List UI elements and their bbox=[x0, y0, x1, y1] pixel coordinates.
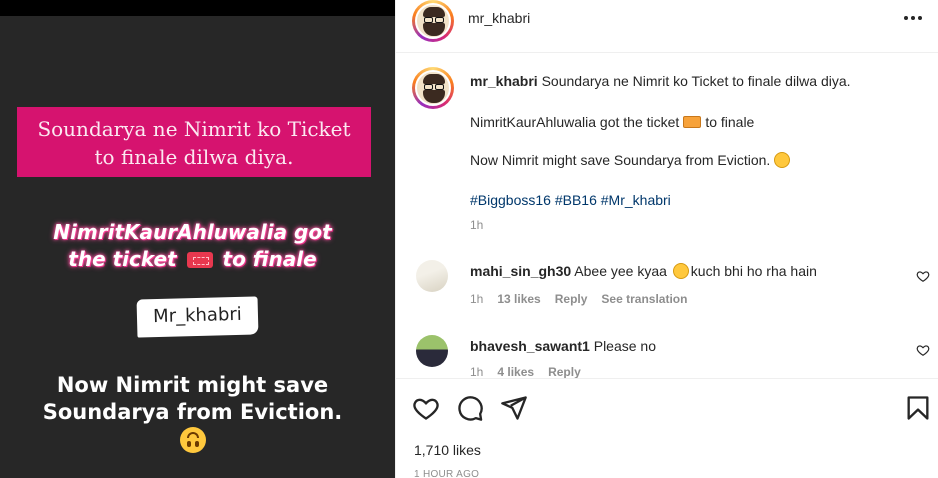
media-neon-line-2a: the ticket bbox=[68, 247, 177, 271]
comment-text-b: kuch bhi ho rha hain bbox=[690, 263, 817, 279]
caption-hashtags[interactable]: #Biggboss16 #BB16 #Mr_khabri bbox=[470, 192, 671, 208]
post-header: mr_khabri bbox=[396, 0, 938, 53]
comment-username[interactable]: mahi_sin_gh30 bbox=[470, 263, 571, 279]
media-neon-line-1: NimritKaurAhluwalia got bbox=[53, 220, 332, 244]
comment-reply-button[interactable]: Reply bbox=[555, 292, 588, 306]
post-media[interactable]: Soundarya ne Nimrit ko Ticket to finale … bbox=[0, 0, 395, 478]
caption-text-2a: NimritKaurAhluwalia got the ticket bbox=[470, 114, 680, 130]
caption-author-avatar[interactable] bbox=[412, 67, 454, 109]
comment-time: 1h bbox=[470, 292, 484, 306]
caption-line-2: NimritKaurAhluwalia got the ticket to fin… bbox=[470, 114, 754, 130]
comment-time: 1h bbox=[470, 365, 484, 379]
media-pink-line-2: to finale dilwa diya. bbox=[94, 145, 294, 169]
post-time-ago: 1 HOUR AGO bbox=[414, 469, 480, 478]
caption-line-3: Now Nimrit might save Soundarya from Evi… bbox=[470, 152, 791, 168]
caption-line-1: mr_khabri Soundarya ne Nimrit ko Ticket … bbox=[470, 73, 851, 89]
laughing-emoji-icon bbox=[672, 263, 689, 279]
comment-text: Please no bbox=[593, 338, 657, 354]
media-watermark-label: Mr_khabri bbox=[136, 296, 259, 338]
ticket-emoji-icon bbox=[186, 252, 213, 268]
comment-likes[interactable]: 13 likes bbox=[497, 292, 540, 306]
upside-down-face-emoji-icon bbox=[774, 152, 791, 168]
bookmark-icon[interactable] bbox=[904, 394, 932, 422]
caption-time: 1h bbox=[470, 218, 484, 232]
post-actions: 1,710 likes 1 HOUR AGO bbox=[396, 378, 938, 478]
media-neon-line-2b: to finale bbox=[222, 247, 317, 271]
comment-icon[interactable] bbox=[456, 394, 484, 422]
comment-like-heart-icon[interactable] bbox=[916, 343, 930, 357]
media-pink-caption-box: Soundarya ne Nimrit ko Ticket to finale … bbox=[17, 107, 371, 177]
caption-text-3: Now Nimrit might save Soundarya from Evi… bbox=[470, 152, 771, 168]
instagram-post-view: Soundarya ne Nimrit ko Ticket to finale … bbox=[0, 0, 938, 478]
ticket-emoji-icon bbox=[683, 116, 702, 128]
media-white-line-2: Soundarya from Eviction. bbox=[42, 400, 343, 424]
share-icon[interactable] bbox=[500, 394, 528, 422]
post-sidebar: mr_khabri mr_khabri Soundarya ne Nimrit … bbox=[395, 0, 938, 478]
likes-count[interactable]: 1,710 likes bbox=[414, 442, 481, 458]
comment-reply-button[interactable]: Reply bbox=[548, 365, 581, 379]
caption-text-1: Soundarya ne Nimrit ko Ticket to finale … bbox=[541, 73, 851, 89]
comment-row: bhavesh_sawant1 Please no bbox=[470, 338, 656, 354]
caption-text-2b: to finale bbox=[705, 114, 755, 130]
media-top-bar bbox=[0, 0, 395, 16]
see-translation-button[interactable]: See translation bbox=[601, 292, 687, 306]
comment-meta: 1h 4 likes Reply bbox=[470, 365, 595, 379]
media-watermark-text: Mr_khabri bbox=[152, 303, 243, 328]
comment-like-heart-icon[interactable] bbox=[916, 269, 930, 283]
upside-down-face-emoji-icon bbox=[180, 427, 206, 453]
comment-avatar[interactable] bbox=[416, 260, 448, 292]
author-username[interactable]: mr_khabri bbox=[468, 10, 530, 26]
comment-meta: 1h 13 likes Reply See translation bbox=[470, 292, 701, 306]
comment-avatar[interactable] bbox=[416, 335, 448, 367]
author-avatar[interactable] bbox=[412, 0, 454, 42]
heart-icon[interactable] bbox=[412, 394, 440, 422]
comment-row: mahi_sin_gh30 Abee yee kyaa kuch bhi ho … bbox=[470, 263, 817, 279]
media-neon-line-2: the ticket to finale bbox=[0, 246, 385, 272]
comment-username[interactable]: bhavesh_sawant1 bbox=[470, 338, 590, 354]
media-pink-line-1: Soundarya ne Nimrit ko Ticket bbox=[37, 117, 351, 141]
caption-username[interactable]: mr_khabri bbox=[470, 73, 538, 89]
media-white-line-1: Now Nimrit might save bbox=[56, 373, 329, 397]
comment-likes[interactable]: 4 likes bbox=[497, 365, 534, 379]
comment-text-a: Abee yee kyaa bbox=[574, 263, 667, 279]
more-options-icon[interactable] bbox=[904, 10, 926, 26]
